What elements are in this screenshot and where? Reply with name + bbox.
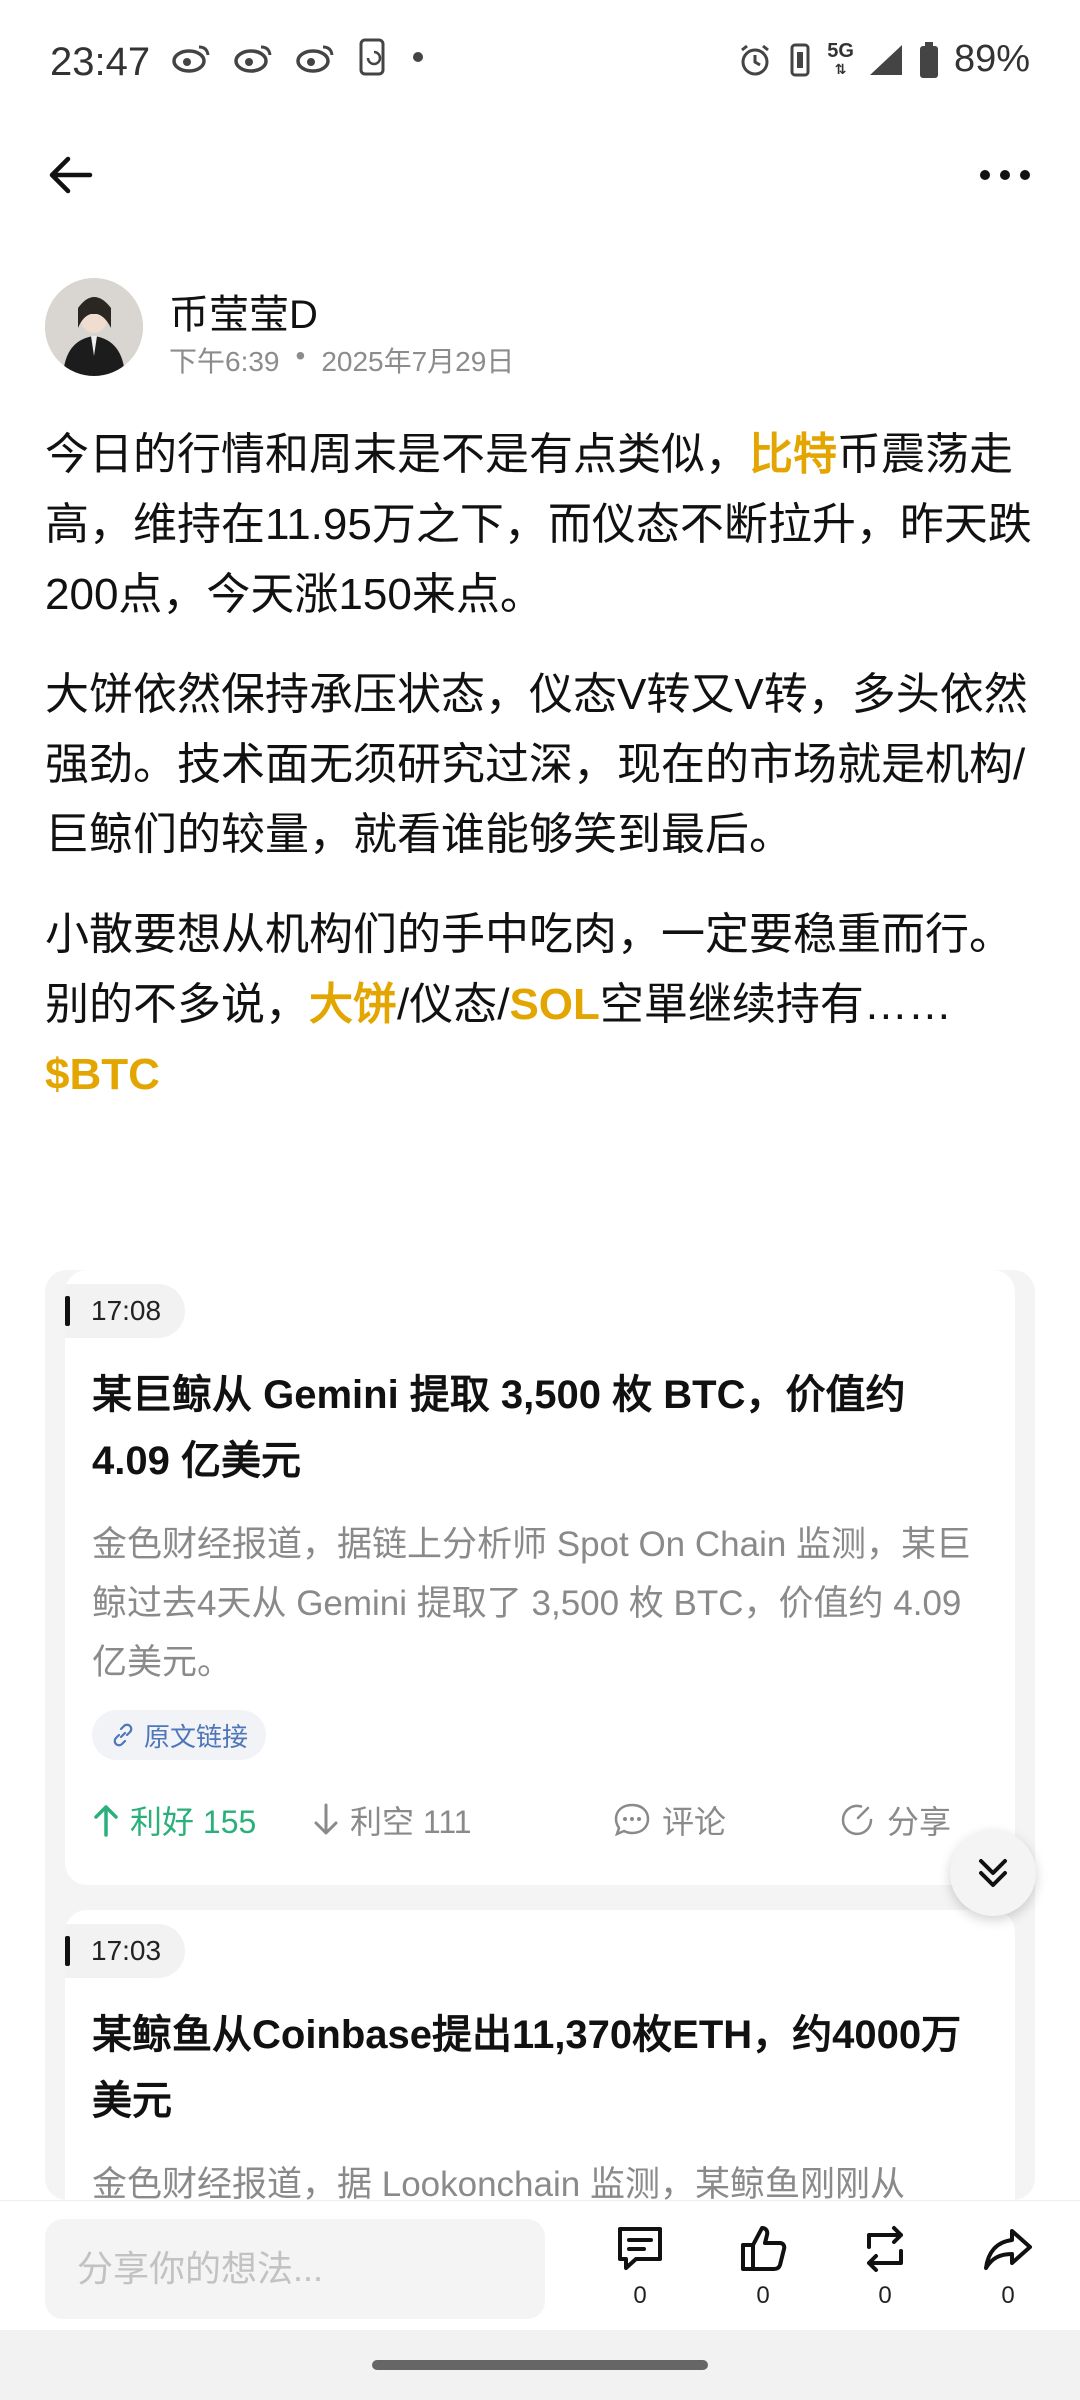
status-bar: 23:47 5G ⇅ 89% <box>0 0 1080 120</box>
comment-input[interactable] <box>45 2219 545 2319</box>
hashtag-link[interactable]: 比特 <box>749 430 837 479</box>
author-name[interactable]: 币莹莹D <box>169 282 318 340</box>
bullish-button[interactable]: 利好 155 <box>92 1797 312 1843</box>
post-date: 2025年7月29日 <box>321 346 515 377</box>
arrow-up-icon <box>94 1805 118 1837</box>
scroll-down-button[interactable] <box>950 1830 1036 1916</box>
post-timestamp: 下午6:39 • 2025年7月29日 <box>169 340 514 380</box>
weibo-icon <box>172 41 212 73</box>
alarm-icon <box>737 42 773 78</box>
arrow-down-icon <box>314 1803 338 1835</box>
weibo-icon <box>296 41 336 73</box>
home-indicator[interactable] <box>372 2360 708 2370</box>
5g-icon: 5G ⇅ <box>827 39 854 77</box>
top-navigation <box>0 130 1080 220</box>
share-arrow-icon <box>984 2229 1032 2270</box>
like-action[interactable]: 0 <box>718 2223 808 2310</box>
signal-icon <box>868 43 904 77</box>
phone-sync-icon <box>358 38 388 76</box>
double-chevron-down-icon <box>979 1859 1007 1887</box>
news-card[interactable]: 17:03 某鲸鱼从Coinbase提出11,370枚ETH，约4000万美元 … <box>65 1910 1015 2200</box>
hashtag-link[interactable]: SOL <box>509 980 599 1029</box>
more-dots-icon <box>980 170 1030 180</box>
post-body: 今日的行情和周末是不是有点类似，比特币震荡走高，维持在11.95万之下，而仪态不… <box>45 420 1035 1140</box>
post-paragraph-3: 小散要想从机构们的手中吃肉，一定要稳重而行。别的不多说，大饼/仪态/SOL空單继… <box>45 910 1013 1099</box>
share-icon <box>841 1804 873 1836</box>
thumbs-up-icon <box>741 2226 787 2271</box>
repost-count: 0 <box>878 2282 892 2309</box>
hashtag-link[interactable]: 大饼 <box>309 980 397 1029</box>
post-paragraph-1: 今日的行情和周末是不是有点类似，比特币震荡走高，维持在11.95万之下，而仪态不… <box>45 430 1032 619</box>
cashtag-link[interactable]: $BTC <box>45 1050 160 1099</box>
comment-bubble-icon <box>614 1803 650 1837</box>
post-author: 币莹莹D 下午6:39 • 2025年7月29日 <box>45 278 1035 378</box>
dot-icon <box>410 49 426 65</box>
repost-icon <box>867 2226 903 2272</box>
battery-icon <box>918 41 940 79</box>
like-count: 0 <box>756 2282 770 2309</box>
comment-action[interactable]: 0 <box>595 2223 685 2310</box>
news-time: 17:03 <box>65 1924 186 1978</box>
post-paragraph-2: 大饼依然保持承压状态，仪态V转又V转，多头依然强劲。技术面无须研究过深，现在的市… <box>45 670 1028 859</box>
bearish-button[interactable]: 利空 111 <box>312 1797 612 1843</box>
system-icons: 5G ⇅ 89% <box>737 38 1030 81</box>
back-button[interactable] <box>40 145 100 205</box>
share-action[interactable]: 0 <box>963 2223 1053 2310</box>
news-summary: 金色财经报道，据 Lookonchain 监测，某鲸鱼刚刚从 <box>92 2165 905 2200</box>
news-summary: 金色财经报道，据链上分析师 Spot On Chain 监测，某巨鲸过去4天从 … <box>92 1525 972 1682</box>
more-options-button[interactable] <box>970 145 1040 205</box>
meta-separator: • <box>295 340 306 371</box>
source-link[interactable]: 原文链接 <box>92 1710 267 1760</box>
system-navigation-area <box>0 2330 1080 2400</box>
vibrate-icon <box>787 42 813 78</box>
status-time: 23:47 <box>50 40 151 84</box>
battery-percent: 89% <box>953 38 1030 80</box>
post-time: 下午6:39 <box>169 346 280 377</box>
news-card[interactable]: 17:08 某巨鲸从 Gemini 提取 3,500 枚 BTC，价值约 4.0… <box>65 1270 1015 1885</box>
bottom-action-bar: 0 0 0 0 <box>0 2200 1080 2331</box>
comment-icon <box>618 2227 662 2270</box>
comment-button[interactable]: 评论 <box>612 1797 837 1843</box>
news-actions: 利好 155 利空 111 评论 分享 <box>92 1790 992 1850</box>
avatar[interactable] <box>45 278 143 376</box>
news-title[interactable]: 某巨鲸从 Gemini 提取 3,500 枚 BTC，价值约 4.09 亿美元 <box>92 1362 992 1494</box>
comment-count: 0 <box>633 2282 647 2309</box>
link-icon <box>113 1723 133 1747</box>
weibo-icon <box>234 41 274 73</box>
share-count: 0 <box>1001 2282 1015 2309</box>
back-arrow-icon <box>49 156 93 194</box>
share-button[interactable]: 分享 <box>837 1797 951 1843</box>
notification-icons <box>172 38 426 76</box>
news-title[interactable]: 某鲸鱼从Coinbase提出11,370枚ETH，约4000万美元 <box>92 2002 992 2134</box>
news-feed: 17:08 某巨鲸从 Gemini 提取 3,500 枚 BTC，价值约 4.0… <box>45 1270 1035 2200</box>
news-time: 17:08 <box>65 1284 186 1338</box>
repost-action[interactable]: 0 <box>840 2223 930 2310</box>
